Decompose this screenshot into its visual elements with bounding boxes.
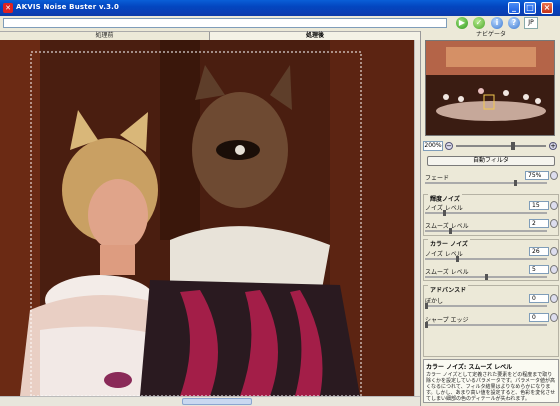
navigator-image xyxy=(426,41,554,135)
settings-panel: ナビゲータ 200% − + 自動フィルタ フェード 75% 輝度ノイズ ノイズ… xyxy=(420,31,560,406)
lum-noise-param: ノイズ レベル 15 xyxy=(423,201,559,219)
lum-smooth-param: スムーズ レベル 2 xyxy=(423,219,559,237)
col-noise-param: ノイズ レベル 26 xyxy=(423,247,559,265)
fade-input[interactable]: 75% xyxy=(525,171,549,180)
play-icon: ▶ xyxy=(458,18,466,27)
sharp-edges-label: シャープ エッジ xyxy=(425,317,469,324)
info-icon: i xyxy=(495,18,499,27)
fade-label: フェード xyxy=(425,175,450,182)
lum-noise-spinner[interactable] xyxy=(550,201,558,210)
col-noise-slider-handle[interactable] xyxy=(455,256,459,262)
col-noise-spinner[interactable] xyxy=(550,247,558,256)
lum-smooth-label: スムーズ レベル xyxy=(425,223,469,230)
sharp-edges-slider-handle[interactable] xyxy=(425,322,428,328)
sharp-edges-param: シャープ エッジ 0 xyxy=(423,313,559,331)
help-button[interactable]: ? xyxy=(508,17,520,29)
blur-slider-handle[interactable] xyxy=(425,303,428,309)
close-icon: × xyxy=(543,3,551,12)
lum-smooth-input[interactable]: 2 xyxy=(529,219,549,228)
minimize-button[interactable]: _ xyxy=(508,2,520,14)
navigator-thumbnail[interactable] xyxy=(425,40,555,136)
app-logo-icon: ✕ xyxy=(3,3,13,13)
lum-noise-input[interactable]: 15 xyxy=(529,201,549,210)
lum-smooth-slider-handle[interactable] xyxy=(448,228,452,234)
advanced-title: アドバンスド xyxy=(428,285,469,294)
title-bar: ✕ AKVIS Noise Buster v.3.0 _ □ × xyxy=(0,0,560,16)
zoom-slider-handle[interactable] xyxy=(511,142,515,150)
col-smooth-input[interactable]: 5 xyxy=(529,265,549,274)
zoom-in-button[interactable]: + xyxy=(549,142,557,150)
horizontal-scrollbar[interactable] xyxy=(0,396,420,406)
run-button[interactable]: ▶ xyxy=(456,17,468,29)
fade-spinner[interactable] xyxy=(550,171,558,180)
info-button[interactable]: i xyxy=(491,17,503,29)
zoom-out-button[interactable]: − xyxy=(445,142,453,150)
photo-illustration xyxy=(0,40,414,396)
blur-slider[interactable] xyxy=(425,305,547,307)
sharp-edges-slider[interactable] xyxy=(425,324,547,326)
check-icon: ✓ xyxy=(475,18,483,27)
zoom-input[interactable]: 200% xyxy=(423,141,443,151)
blur-input[interactable]: 0 xyxy=(529,294,549,303)
file-path-field[interactable] xyxy=(3,18,447,28)
maximize-button[interactable]: □ xyxy=(524,2,536,14)
col-noise-input[interactable]: 26 xyxy=(529,247,549,256)
navigator-title: ナビゲータ xyxy=(475,31,506,38)
help-text: カラー ノイズとして定義された要素をどの程度まで取り除くかを設定しているパラメー… xyxy=(426,372,556,402)
language-button[interactable]: JP xyxy=(524,17,538,29)
help-icon: ? xyxy=(511,18,517,27)
col-smooth-param: スムーズ レベル 5 xyxy=(423,265,559,283)
lum-noise-slider-handle[interactable] xyxy=(442,210,446,216)
window-title: AKVIS Noise Buster v.3.0 xyxy=(16,3,120,11)
zoom-slider[interactable] xyxy=(456,145,546,147)
fade-param: フェード 75% xyxy=(423,171,559,189)
scroll-thumb[interactable] xyxy=(182,398,252,405)
auto-filter-button[interactable]: 自動フィルタ xyxy=(427,156,555,166)
col-smooth-label: スムーズ レベル xyxy=(425,269,469,276)
minimize-icon: _ xyxy=(512,3,516,12)
maximize-icon: □ xyxy=(526,3,534,12)
view-tabs: 処理前 処理後 xyxy=(0,31,420,41)
image-preview[interactable] xyxy=(0,40,414,396)
help-panel: カラー ノイズ: スムーズ レベル カラー ノイズとして定義された要素をどの程度… xyxy=(423,359,559,403)
lum-smooth-spinner[interactable] xyxy=(550,219,558,228)
apply-button[interactable]: ✓ xyxy=(473,17,485,29)
sharp-edges-spinner[interactable] xyxy=(550,313,558,322)
col-smooth-spinner[interactable] xyxy=(550,265,558,274)
blur-param: ぼかし 0 xyxy=(423,294,559,312)
fade-slider[interactable] xyxy=(425,182,547,184)
col-smooth-slider-handle[interactable] xyxy=(484,274,488,280)
close-button[interactable]: × xyxy=(541,2,553,14)
blur-spinner[interactable] xyxy=(550,294,558,303)
help-title: カラー ノイズ: スムーズ レベル xyxy=(426,364,513,371)
zoom-control: 200% − + xyxy=(423,141,559,151)
fade-slider-handle[interactable] xyxy=(514,180,518,186)
toolbar: ▶ ✓ i ? JP xyxy=(0,16,560,30)
sharp-edges-input[interactable]: 0 xyxy=(529,313,549,322)
col-noise-slider[interactable] xyxy=(425,258,547,260)
lum-smooth-slider[interactable] xyxy=(425,230,547,232)
